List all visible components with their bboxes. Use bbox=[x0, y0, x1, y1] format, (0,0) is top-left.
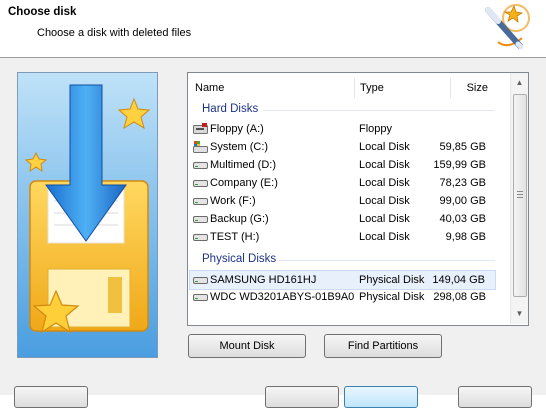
disk-size: 59,85 GB bbox=[439, 141, 486, 153]
disk-size: 9,98 GB bbox=[445, 231, 486, 243]
disk-name: Backup (G:) bbox=[210, 213, 269, 225]
disk-recovery-illustration bbox=[17, 72, 158, 358]
disk-type: Local Disk bbox=[359, 213, 410, 225]
disk-size: 78,23 GB bbox=[439, 177, 486, 189]
group-header-physical-disks: Physical Disks bbox=[202, 253, 277, 265]
next-button[interactable] bbox=[344, 386, 418, 408]
group-header-hard-disks: Hard Disks bbox=[202, 103, 259, 115]
disk-list[interactable]: Name Type Size Hard Disks Floppy (A:) Fl… bbox=[187, 72, 529, 326]
disk-type: Local Disk bbox=[359, 177, 410, 189]
cancel-button[interactable] bbox=[458, 386, 532, 408]
disk-name: Company (E:) bbox=[210, 177, 278, 189]
disk-name: System (C:) bbox=[210, 141, 269, 153]
column-divider[interactable] bbox=[354, 78, 355, 98]
disk-type: Local Disk bbox=[359, 159, 410, 171]
disk-name: TEST (H:) bbox=[210, 231, 260, 243]
wizard-header: Choose disk Choose a disk with deleted f… bbox=[0, 0, 546, 58]
hard-drive-icon bbox=[193, 234, 208, 241]
hard-drive-icon bbox=[193, 216, 208, 223]
list-item[interactable]: Company (E:) Local Disk 78,23 GB bbox=[190, 174, 496, 192]
column-divider[interactable] bbox=[450, 78, 451, 98]
disk-name: Work (F:) bbox=[210, 195, 256, 207]
system-drive-icon bbox=[193, 141, 208, 153]
disk-type: Local Disk bbox=[359, 195, 410, 207]
magic-wand-icon bbox=[485, 4, 530, 50]
page-title: Choose disk bbox=[8, 6, 77, 18]
disk-size: 298,08 GB bbox=[433, 291, 486, 303]
disk-size: 149,04 GB bbox=[432, 274, 485, 286]
disk-type: Local Disk bbox=[359, 141, 410, 153]
disk-size: 40,03 GB bbox=[439, 213, 486, 225]
vertical-scrollbar[interactable]: ▲ ▼ bbox=[510, 73, 528, 324]
list-item[interactable]: Work (F:) Local Disk 99,00 GB bbox=[190, 192, 496, 210]
hard-drive-icon bbox=[193, 277, 208, 284]
column-header-size[interactable]: Size bbox=[467, 82, 488, 94]
list-header: Name Type Size bbox=[188, 73, 510, 101]
list-item[interactable]: WDC WD3201ABYS-01B9A0 Physical Disk 298,… bbox=[190, 288, 496, 306]
scroll-down-icon[interactable]: ▼ bbox=[515, 309, 524, 318]
disk-type: Physical Disk bbox=[359, 291, 425, 303]
hard-drive-icon bbox=[193, 180, 208, 187]
back-button[interactable] bbox=[265, 386, 339, 408]
disk-size: 99,00 GB bbox=[439, 195, 486, 207]
disk-name: Floppy (A:) bbox=[210, 123, 264, 135]
group-divider bbox=[279, 260, 495, 261]
disk-name: SAMSUNG HD161HJ bbox=[210, 274, 317, 286]
list-item[interactable]: Multimed (D:) Local Disk 159,99 GB bbox=[190, 156, 496, 174]
list-item[interactable]: Floppy (A:) Floppy bbox=[190, 120, 496, 138]
column-header-name[interactable]: Name bbox=[195, 82, 224, 94]
find-partitions-button[interactable]: Find Partitions bbox=[324, 334, 442, 358]
scroll-thumb[interactable] bbox=[513, 94, 527, 297]
hard-drive-icon bbox=[193, 162, 208, 169]
help-button[interactable] bbox=[14, 386, 88, 408]
list-item[interactable]: TEST (H:) Local Disk 9,98 GB bbox=[190, 228, 496, 246]
page-subtitle: Choose a disk with deleted files bbox=[37, 27, 192, 39]
disk-size: 159,99 GB bbox=[433, 159, 486, 171]
group-divider bbox=[263, 110, 495, 111]
disk-name: Multimed (D:) bbox=[210, 159, 277, 171]
mount-disk-button[interactable]: Mount Disk bbox=[188, 334, 306, 358]
list-item[interactable]: Backup (G:) Local Disk 40,03 GB bbox=[190, 210, 496, 228]
disk-type: Physical Disk bbox=[359, 274, 425, 286]
disk-type: Floppy bbox=[359, 123, 393, 135]
scroll-up-icon[interactable]: ▲ bbox=[515, 78, 524, 87]
hard-drive-icon bbox=[193, 294, 208, 301]
column-header-type[interactable]: Type bbox=[360, 82, 384, 94]
list-item-selected[interactable]: SAMSUNG HD161HJ Physical Disk 149,04 GB bbox=[189, 270, 496, 290]
hard-drive-icon bbox=[193, 198, 208, 205]
list-item[interactable]: System (C:) Local Disk 59,85 GB bbox=[190, 138, 496, 156]
disk-name: WDC WD3201ABYS-01B9A0 bbox=[210, 291, 355, 303]
floppy-drive-icon bbox=[193, 123, 208, 134]
disk-type: Local Disk bbox=[359, 231, 410, 243]
